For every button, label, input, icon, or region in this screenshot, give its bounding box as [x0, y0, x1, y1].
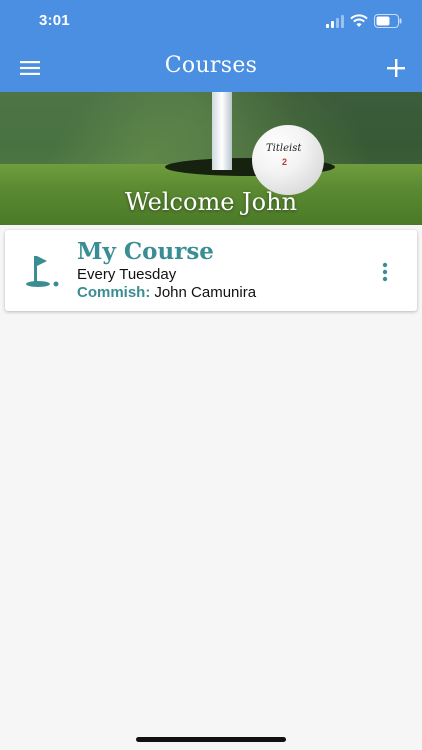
cellular-signal-icon — [326, 15, 344, 28]
course-commish: Commish: John Camunira — [77, 284, 256, 301]
status-bar: 3:01 — [0, 0, 422, 44]
course-schedule: Every Tuesday — [77, 266, 177, 283]
course-name: My Course — [77, 238, 214, 265]
ball-brand-text: Titleist — [266, 143, 302, 154]
battery-icon — [374, 14, 402, 28]
course-card[interactable]: My Course Every Tuesday Commish: John Cam… — [5, 230, 417, 311]
welcome-text: Welcome John — [124, 188, 298, 216]
flag-pin-image — [212, 92, 232, 170]
home-indicator[interactable] — [136, 737, 286, 742]
commish-label: Commish: — [77, 284, 151, 301]
wifi-icon — [350, 14, 368, 27]
plus-icon[interactable] — [384, 56, 408, 80]
golf-ball-image: Titleist 2 — [252, 125, 324, 195]
welcome-banner: Titleist 2 Welcome John — [0, 92, 422, 225]
page-title: Courses — [164, 53, 258, 78]
top-bar: 3:01 Courses — [0, 0, 422, 92]
status-time: 3:01 — [39, 12, 70, 29]
app-bar: Courses — [0, 44, 422, 92]
commish-name: John Camunira — [154, 284, 257, 301]
ball-number-text: 2 — [282, 157, 288, 167]
more-vert-icon[interactable] — [373, 262, 397, 282]
golf-flag-icon — [26, 256, 59, 287]
